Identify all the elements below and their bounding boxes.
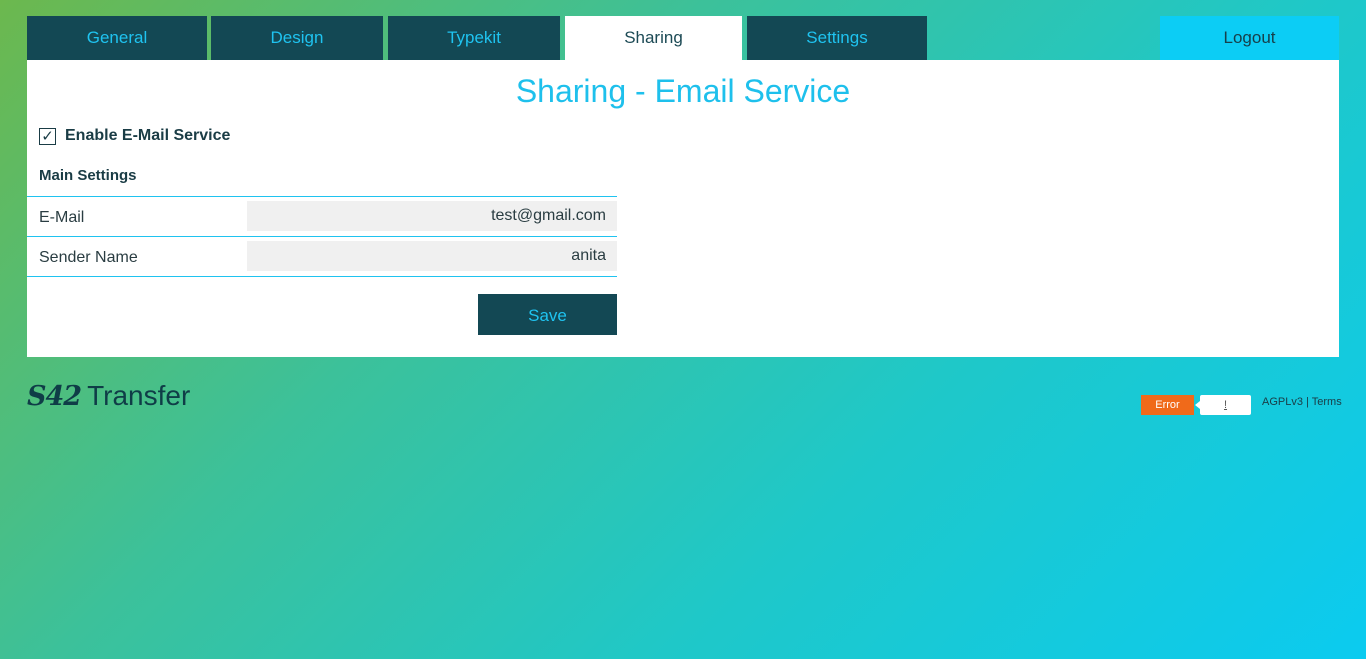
brand-logo: S42 Transfer bbox=[27, 380, 190, 412]
tab-settings[interactable]: Settings bbox=[747, 16, 927, 60]
error-detail-link[interactable]: ! bbox=[1195, 395, 1251, 415]
brand-mark: S42 bbox=[27, 381, 82, 412]
section-title: Main Settings bbox=[39, 167, 137, 184]
license-link[interactable]: AGPLv3 bbox=[1262, 396, 1303, 408]
brand-name: Transfer bbox=[87, 380, 191, 411]
footer-links: AGPLv3 | Terms bbox=[1262, 396, 1342, 408]
page-title: Sharing - Email Service bbox=[515, 73, 851, 109]
sender-name-field[interactable] bbox=[247, 241, 617, 271]
terms-link[interactable]: Terms bbox=[1312, 396, 1342, 408]
enable-email-row: ✓ Enable E-Mail Service bbox=[39, 127, 230, 145]
error-badge: Error bbox=[1141, 395, 1194, 415]
email-field[interactable] bbox=[247, 201, 617, 231]
save-button[interactable]: Save bbox=[478, 294, 617, 335]
tab-sharing[interactable]: Sharing bbox=[565, 16, 742, 60]
content-panel: Sharing - Email Service ✓ Enable E-Mail … bbox=[27, 60, 1339, 357]
email-label: E-Mail bbox=[39, 209, 85, 226]
enable-email-checkbox[interactable]: ✓ bbox=[39, 127, 56, 145]
tab-general[interactable]: General bbox=[27, 16, 207, 60]
sender-name-label: Sender Name bbox=[39, 249, 138, 266]
tab-typekit[interactable]: Typekit bbox=[388, 16, 560, 60]
logout-button[interactable]: Logout bbox=[1160, 16, 1339, 60]
tab-design[interactable]: Design bbox=[211, 16, 383, 60]
main-navigation: General Design Typekit Sharing Settings … bbox=[27, 16, 1339, 60]
form-row-email: E-Mail bbox=[27, 197, 617, 237]
footer-separator: | bbox=[1306, 396, 1309, 408]
enable-email-label: Enable E-Mail Service bbox=[65, 127, 231, 144]
form-row-sender-name: Sender Name bbox=[27, 237, 617, 277]
settings-form: E-Mail Sender Name bbox=[27, 196, 617, 277]
